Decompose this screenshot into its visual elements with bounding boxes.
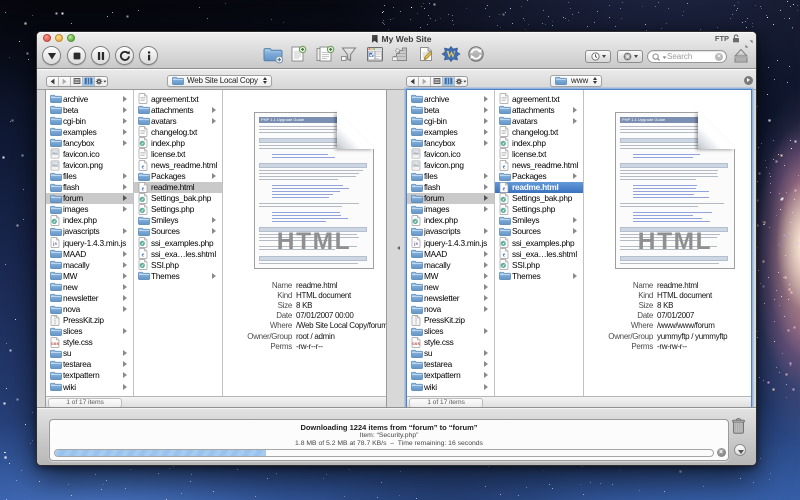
svg-text:e: e — [142, 253, 145, 259]
svg-text:css: css — [412, 341, 420, 346]
svg-text:e: e — [503, 253, 506, 259]
svg-text:e: e — [142, 164, 145, 170]
svg-text:css: css — [51, 341, 59, 346]
svg-text:js: js — [413, 241, 418, 246]
svg-text:js: js — [52, 241, 57, 246]
svg-text:W: W — [446, 50, 456, 60]
svg-text:e: e — [503, 186, 506, 192]
svg-text:e: e — [142, 186, 145, 192]
svg-text:e: e — [503, 164, 506, 170]
